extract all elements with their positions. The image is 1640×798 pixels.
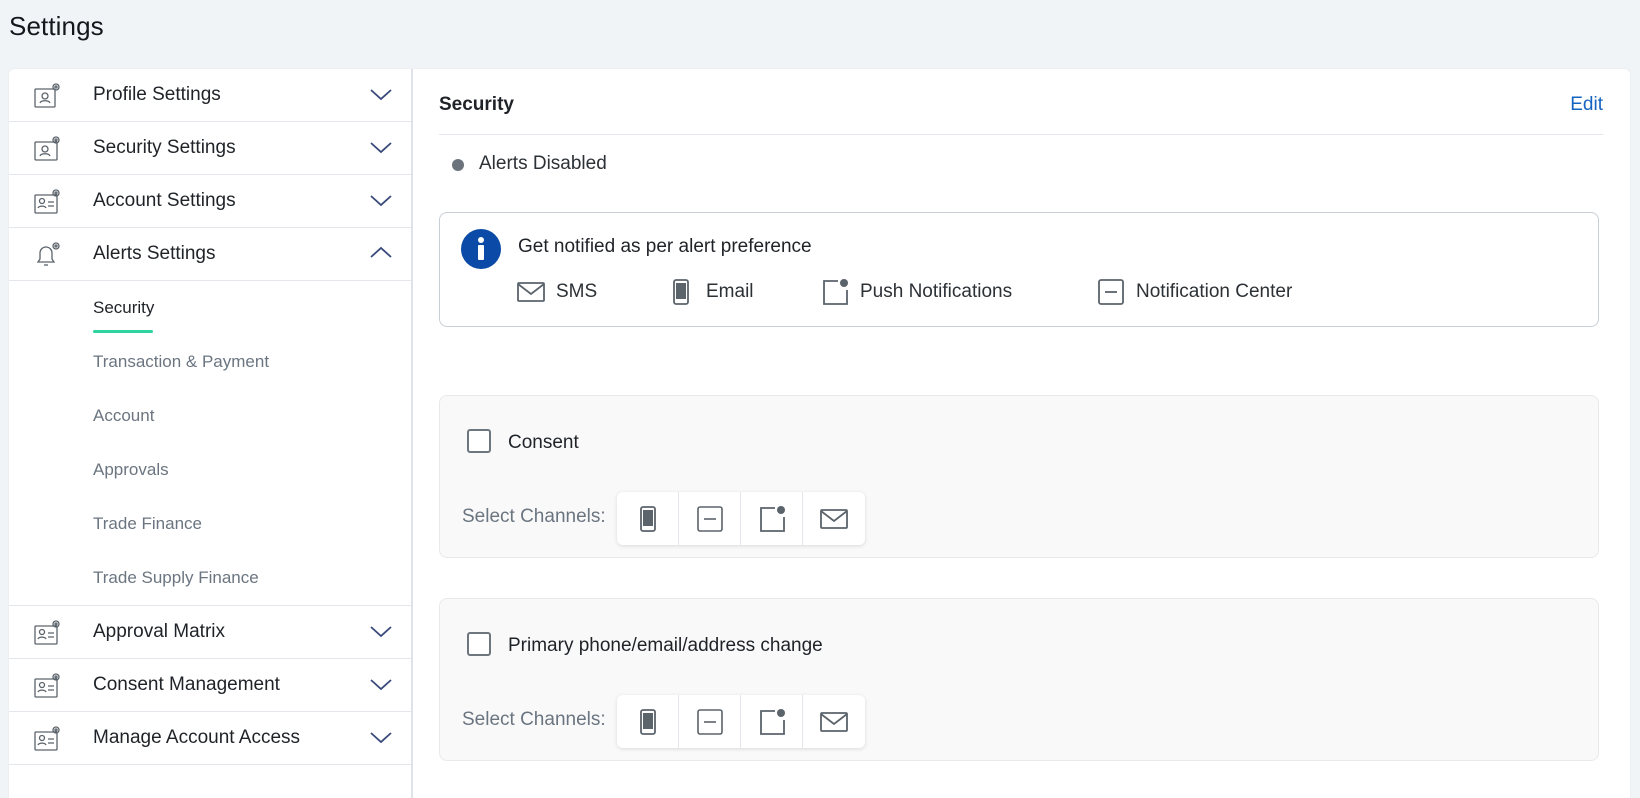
consent-management-icon <box>34 673 60 698</box>
sub-item-trade-finance[interactable]: Trade Finance <box>9 497 411 551</box>
sub-item-approvals[interactable]: Approvals <box>9 443 411 497</box>
sidebar-item-label: Profile Settings <box>93 84 221 105</box>
sub-item-label: Transaction & Payment <box>93 352 270 371</box>
chevron-down-icon[interactable] <box>369 86 393 102</box>
info-text: Get notified as per alert preference <box>518 236 812 257</box>
settings-card: Profile Settings Security Settings Accou… <box>9 69 1630 798</box>
active-indicator <box>93 330 153 333</box>
sub-item-transaction-payment[interactable]: Transaction & Payment <box>9 335 411 389</box>
mail-icon <box>820 711 848 732</box>
notification-center-icon <box>696 505 723 532</box>
account-settings-icon <box>34 189 60 214</box>
alert-label: Consent <box>508 432 579 453</box>
push-notification-icon <box>823 279 848 305</box>
channel-label: Email <box>706 281 754 302</box>
notification-center-icon <box>696 708 723 735</box>
sidebar-item-account-settings[interactable]: Account Settings <box>9 175 411 228</box>
channel-label: SMS <box>556 281 598 302</box>
approval-matrix-icon <box>34 620 60 645</box>
status-text: Alerts Disabled <box>479 153 607 174</box>
profile-settings-icon <box>34 83 60 108</box>
sub-item-label: Trade Supply Finance <box>93 568 259 587</box>
channel-toggle-push[interactable] <box>741 492 803 545</box>
channel-sms: SMS <box>516 277 597 307</box>
sidebar: Profile Settings Security Settings Accou… <box>9 69 413 798</box>
sub-item-label: Trade Finance <box>93 514 202 533</box>
channel-toggle-phone[interactable] <box>617 695 679 748</box>
page-title: Settings <box>9 11 104 41</box>
chevron-down-icon[interactable] <box>369 729 393 745</box>
alert-card-consent: Consent Select Channels: <box>439 395 1599 558</box>
primary-change-checkbox[interactable] <box>467 632 491 656</box>
sidebar-item-label: Manage Account Access <box>93 727 301 748</box>
sidebar-item-profile-settings[interactable]: Profile Settings <box>9 69 411 122</box>
sub-item-label: Security <box>93 298 155 317</box>
chevron-down-icon[interactable] <box>369 676 393 692</box>
channel-toggle-mail[interactable] <box>803 492 865 545</box>
sidebar-item-label: Alerts Settings <box>93 243 216 264</box>
mail-icon <box>820 508 848 529</box>
sidebar-item-label: Approval Matrix <box>93 621 225 642</box>
sidebar-item-approval-matrix[interactable]: Approval Matrix <box>9 606 411 659</box>
chevron-down-icon[interactable] <box>369 139 393 155</box>
chevron-down-icon[interactable] <box>369 623 393 639</box>
main-panel: Security Edit Alerts Disabled Get notifi… <box>413 69 1630 798</box>
account-access-icon <box>34 726 60 751</box>
sidebar-item-label: Account Settings <box>93 190 236 211</box>
channel-email: Email <box>666 277 754 307</box>
sub-item-label: Account <box>93 406 155 425</box>
edit-link[interactable]: Edit <box>1570 94 1603 116</box>
channel-toggle-mail[interactable] <box>803 695 865 748</box>
alerts-sub-list: Security Transaction & Payment Account A… <box>9 281 411 606</box>
bell-settings-icon <box>36 242 60 266</box>
sidebar-item-manage-account-access[interactable]: Manage Account Access <box>9 712 411 765</box>
channel-notification-center: Notification Center <box>1096 277 1292 307</box>
status-dot-icon <box>452 159 464 171</box>
alert-label: Primary phone/email/address change <box>508 635 823 656</box>
channel-label: Push Notifications <box>860 281 1013 302</box>
sidebar-item-security-settings[interactable]: Security Settings <box>9 122 411 175</box>
sub-item-security[interactable]: Security <box>9 281 411 335</box>
sub-item-account[interactable]: Account <box>9 389 411 443</box>
status-row: Alerts Disabled <box>439 135 1603 193</box>
sidebar-item-label: Consent Management <box>93 674 280 695</box>
push-notification-icon <box>759 708 785 735</box>
channel-toggle-push[interactable] <box>741 695 803 748</box>
sidebar-item-consent-management[interactable]: Consent Management <box>9 659 411 712</box>
alert-preference-info: Get notified as per alert preference SMS… <box>439 212 1599 327</box>
section-title: Security <box>439 94 514 115</box>
chevron-up-icon[interactable] <box>369 245 393 261</box>
alert-card-primary-change: Primary phone/email/address change Selec… <box>439 598 1599 761</box>
select-channels-label: Select Channels: <box>462 506 606 527</box>
channel-toggle-notification-center[interactable] <box>679 695 741 748</box>
channel-toggle-phone[interactable] <box>617 492 679 545</box>
mail-icon <box>517 282 545 302</box>
phone-icon <box>639 505 656 532</box>
section-header: Security Edit <box>439 69 1603 135</box>
chevron-down-icon[interactable] <box>369 192 393 208</box>
info-icon <box>461 229 501 269</box>
sidebar-item-label: Security Settings <box>93 137 236 158</box>
channel-selector <box>617 695 865 748</box>
select-channels-label: Select Channels: <box>462 709 606 730</box>
notification-center-icon <box>1098 279 1124 305</box>
sub-item-label: Approvals <box>93 460 169 479</box>
channel-selector <box>617 492 865 545</box>
sub-item-trade-supply-finance[interactable]: Trade Supply Finance <box>9 551 411 605</box>
phone-icon <box>639 708 656 735</box>
channel-toggle-notification-center[interactable] <box>679 492 741 545</box>
channel-label: Notification Center <box>1136 281 1293 302</box>
consent-checkbox[interactable] <box>467 429 491 453</box>
phone-icon <box>673 279 689 305</box>
push-notification-icon <box>759 505 785 532</box>
sidebar-item-alerts-settings[interactable]: Alerts Settings <box>9 228 411 281</box>
channel-push: Push Notifications <box>820 277 1012 307</box>
security-settings-icon <box>34 136 60 161</box>
